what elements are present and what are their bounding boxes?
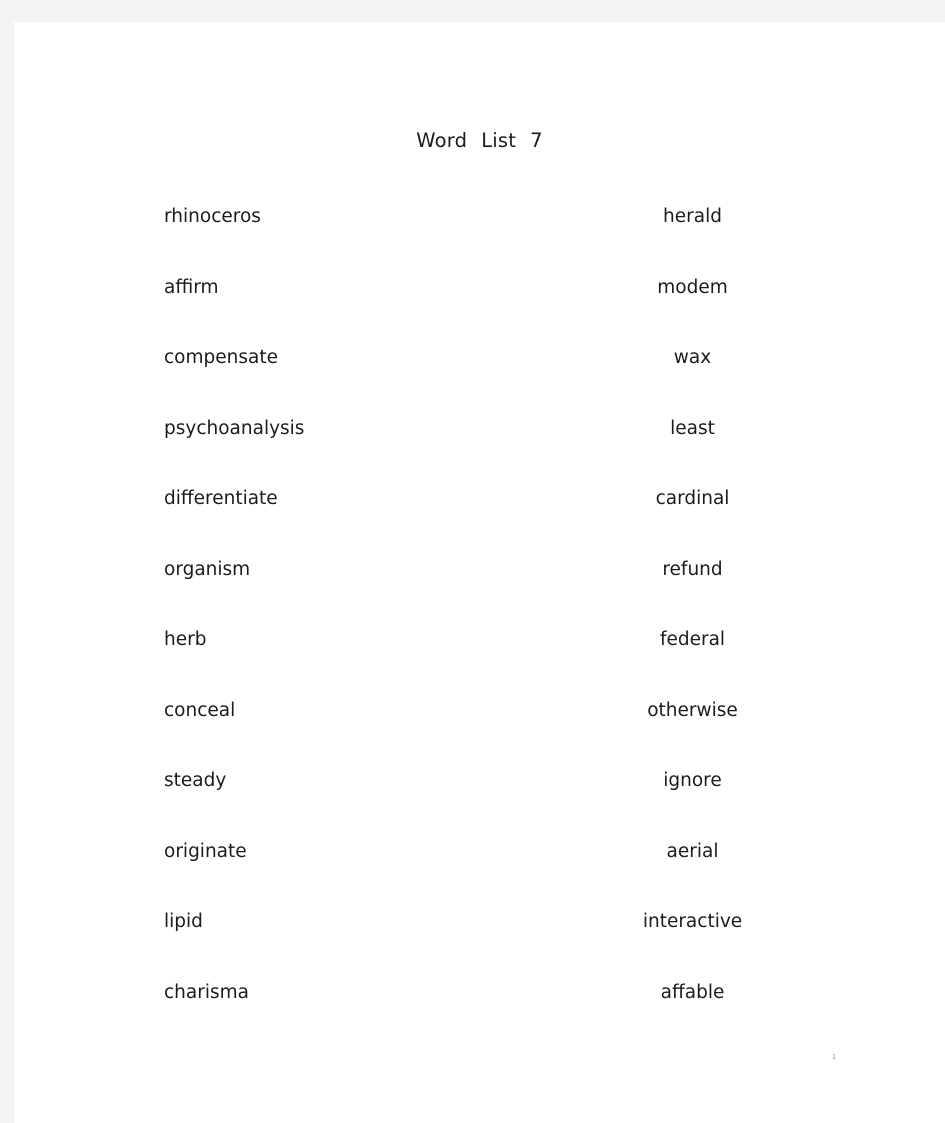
- table-row: steady ignore: [14, 746, 945, 817]
- word-cell-left: affirm: [164, 276, 219, 298]
- word-list-table: rhinoceros herald affirm modem compensat…: [14, 182, 945, 1028]
- word-cell-right: refund: [662, 558, 723, 580]
- word-cell-right: federal: [659, 629, 726, 651]
- word-cell-left: psychoanalysis: [164, 417, 305, 439]
- word-cell-right: least: [670, 417, 715, 439]
- table-row: organism refund: [14, 535, 945, 606]
- word-cell-right: ignore: [663, 770, 722, 792]
- word-cell-left: compensate: [164, 347, 278, 369]
- word-cell-left: organism: [164, 558, 251, 580]
- word-cell-right: aerial: [666, 840, 719, 862]
- page-number: 1: [831, 1053, 837, 1061]
- table-row: differentiate cardinal: [14, 464, 945, 535]
- table-row: rhinoceros herald: [14, 182, 945, 253]
- word-cell-right: cardinal: [655, 488, 730, 510]
- word-list-body: rhinoceros herald affirm modem compensat…: [14, 182, 945, 1028]
- document-page: Word List 7 rhinoceros herald affirm modem…: [14, 22, 945, 1123]
- document-canvas: Word List 7 rhinoceros herald affirm modem…: [0, 0, 945, 1123]
- word-cell-right: otherwise: [647, 699, 738, 721]
- word-cell-left: charisma: [164, 981, 249, 1003]
- word-cell-right: modem: [657, 276, 728, 298]
- table-row: originate aerial: [14, 817, 945, 888]
- word-cell-left: originate: [164, 840, 247, 862]
- table-row: herb federal: [14, 605, 945, 676]
- page-title-word: Word: [416, 129, 468, 152]
- page-title-number: 7: [530, 129, 543, 152]
- table-row: conceal otherwise: [14, 676, 945, 747]
- word-cell-left: differentiate: [164, 488, 278, 510]
- table-row: charisma affable: [14, 958, 945, 1029]
- table-row: compensate wax: [14, 323, 945, 394]
- word-cell-left: rhinoceros: [164, 206, 261, 228]
- word-cell-right: affable: [660, 981, 725, 1003]
- page-title: Word List 7: [14, 128, 945, 154]
- table-row: lipid interactive: [14, 887, 945, 958]
- word-cell-right: herald: [663, 206, 722, 228]
- word-cell-left: steady: [164, 770, 227, 792]
- page-title-list: List: [481, 129, 517, 152]
- word-cell-right: interactive: [642, 911, 743, 933]
- word-cell-left: lipid: [164, 911, 203, 933]
- word-cell-left: herb: [164, 629, 207, 651]
- word-cell-left: conceal: [164, 699, 236, 721]
- table-row: psychoanalysis least: [14, 394, 945, 465]
- table-row: affirm modem: [14, 253, 945, 324]
- word-cell-right: wax: [673, 347, 712, 369]
